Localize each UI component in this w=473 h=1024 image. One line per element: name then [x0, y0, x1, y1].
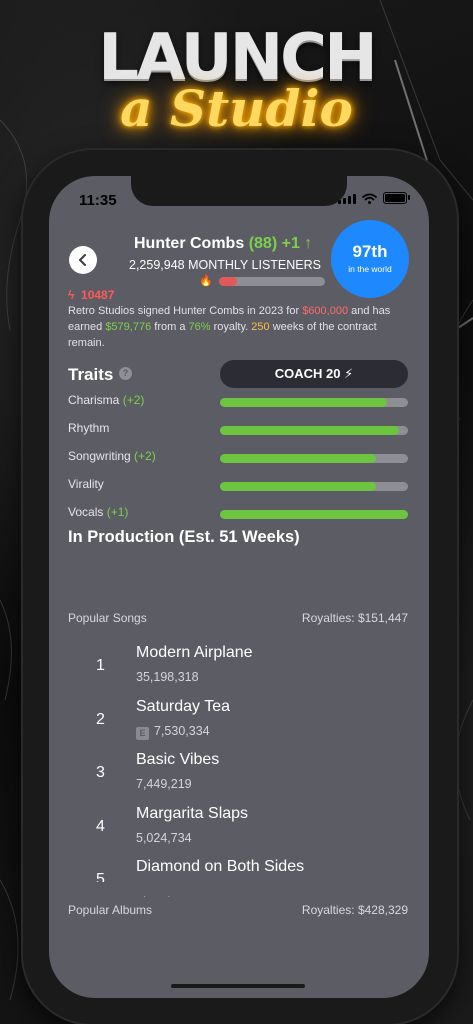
- battery-icon: [383, 192, 410, 204]
- hype-bar: [219, 277, 325, 286]
- energy-counter: ϟ 10487: [68, 288, 114, 302]
- trait-row: Rhythm: [68, 421, 408, 441]
- trait-bar-fill: [220, 510, 408, 519]
- trait-label: Rhythm: [68, 421, 109, 435]
- trait-bar-fill: [220, 482, 377, 491]
- energy-value: 10487: [81, 288, 115, 302]
- trait-name: Virality: [68, 477, 104, 491]
- list-clip: [49, 882, 429, 896]
- trait-label: Vocals (+1): [68, 505, 128, 519]
- production-heading: In Production (Est. 51 Weeks): [68, 528, 300, 546]
- contract-royalty: 76%: [188, 321, 211, 333]
- song-streams: E 7,530,334: [136, 724, 210, 740]
- song-rank: 4: [96, 818, 105, 835]
- song-rank: 1: [96, 657, 105, 674]
- home-indicator[interactable]: [171, 984, 305, 988]
- rank-subtitle: in the world: [348, 264, 392, 274]
- trait-bar-fill: [220, 454, 377, 463]
- trait-bar-fill: [220, 426, 399, 435]
- song-streams: 7,449,219: [136, 777, 192, 791]
- world-rank-badge: 97th in the world: [331, 220, 409, 298]
- trait-bar: [220, 510, 408, 519]
- song-row[interactable]: 4 Margarita Slaps 5,024,734: [68, 805, 408, 855]
- song-stream-count: 5,024,734: [136, 831, 192, 845]
- song-title: Diamond on Both Sides: [136, 858, 305, 875]
- song-row[interactable]: 2 Saturday Tea E 7,530,334: [68, 698, 408, 748]
- status-time: 11:35: [79, 192, 117, 209]
- app-screen: 11:35 Hunter Combs (88) +1 ↑ 2,259,948 M…: [49, 176, 429, 998]
- popular-songs-label: Popular Songs: [68, 611, 147, 625]
- song-stream-count: 35,198,318: [136, 670, 199, 684]
- trait-row: Vocals (+1): [68, 505, 408, 525]
- trait-label: Charisma (+2): [68, 393, 144, 407]
- contract-text: royalty.: [210, 321, 252, 333]
- traits-heading: Traits: [68, 365, 114, 384]
- song-row[interactable]: 3 Basic Vibes 7,449,219: [68, 751, 408, 801]
- contract-text: from a: [151, 321, 189, 333]
- trait-row: Virality: [68, 477, 408, 497]
- trait-bar: [220, 426, 408, 435]
- wifi-icon: [362, 193, 377, 204]
- arrow-up-icon: ↑: [304, 235, 313, 252]
- hero-subtitle: a Studio: [120, 79, 353, 138]
- trait-name: Rhythm: [68, 421, 110, 435]
- monthly-listeners: 2,259,948 MONTHLY LISTENERS: [129, 258, 321, 272]
- albums-royalties: Royalties: $428,329: [301, 903, 408, 917]
- contract-amount: $600,000: [302, 305, 349, 317]
- contract-earned: $579,776: [105, 321, 152, 333]
- contract-weeks: 250: [251, 321, 270, 333]
- trait-label: Virality: [68, 477, 104, 491]
- contract-summary: Retro Studios signed Hunter Combs in 202…: [68, 303, 408, 351]
- trait-bar-fill: [220, 398, 388, 407]
- back-button[interactable]: [69, 246, 97, 274]
- song-rank: 3: [96, 764, 105, 781]
- popular-albums-label: Popular Albums: [68, 903, 153, 917]
- popular-songs-header: Popular Songs Royalties: $151,447: [68, 611, 408, 625]
- coach-label: COACH 20: [274, 366, 341, 381]
- artist-name: Hunter Combs: [134, 235, 245, 252]
- trait-row: Songwriting (+2): [68, 449, 408, 469]
- song-rank: 2: [96, 711, 105, 728]
- status-icons: [338, 192, 410, 204]
- song-streams: 5,024,734: [136, 831, 192, 845]
- chevron-left-icon: [79, 254, 86, 266]
- contract-text: Retro Studios signed Hunter Combs in 202…: [68, 305, 303, 317]
- song-row[interactable]: 1 Modern Airplane 35,198,318: [68, 644, 408, 694]
- songs-royalties: Royalties: $151,447: [301, 611, 408, 625]
- song-title: Basic Vibes: [136, 751, 220, 768]
- hype-bar-fill: [219, 277, 238, 286]
- bolt-icon: ⚡: [344, 366, 354, 381]
- trait-bonus: (+2): [122, 393, 145, 407]
- fire-icon: 🔥: [199, 275, 213, 287]
- coach-button[interactable]: COACH 20 ⚡: [220, 360, 408, 388]
- trait-bar: [220, 482, 408, 491]
- rank-value: 97th: [352, 242, 388, 261]
- bolt-icon: ϟ: [68, 288, 75, 302]
- rating-delta: +1: [281, 235, 300, 252]
- popular-albums-header: Popular Albums Royalties: $428,329: [68, 903, 408, 917]
- trait-label: Songwriting (+2): [68, 449, 156, 463]
- artist-rating: (88): [248, 235, 278, 252]
- song-streams: 35,198,318: [136, 670, 199, 684]
- trait-bonus: (+2): [134, 449, 156, 463]
- trait-bar: [220, 398, 408, 407]
- explicit-badge-icon: E: [136, 727, 149, 740]
- trait-bar: [220, 454, 408, 463]
- trait-name: Songwriting: [68, 449, 131, 463]
- song-stream-count: 7,449,219: [136, 777, 192, 791]
- help-icon[interactable]: ?: [119, 367, 132, 380]
- song-title: Modern Airplane: [136, 644, 253, 661]
- song-stream-count: 7,530,334: [154, 724, 210, 738]
- artist-title: Hunter Combs (88) +1 ↑: [134, 235, 312, 253]
- song-title: Margarita Slaps: [136, 805, 249, 822]
- phone-notch: [131, 176, 347, 206]
- trait-bonus: (+1): [106, 505, 129, 519]
- trait-name: Vocals: [68, 505, 104, 519]
- trait-name: Charisma: [68, 393, 120, 407]
- song-title: Saturday Tea: [136, 698, 230, 715]
- trait-row: Charisma (+2): [68, 393, 408, 413]
